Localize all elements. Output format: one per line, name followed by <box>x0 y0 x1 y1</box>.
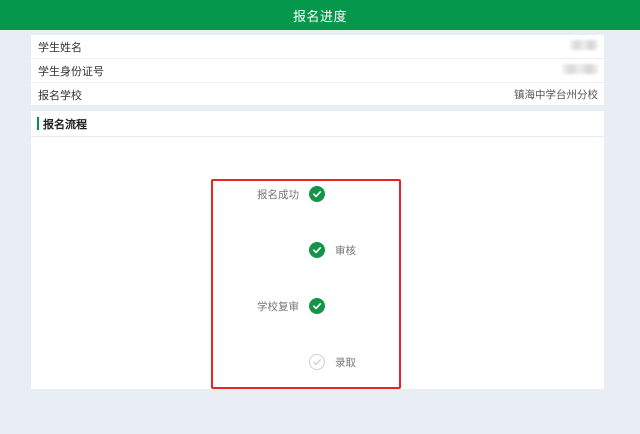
info-row-school: 报名学校 镇海中学台州分校 <box>31 83 604 106</box>
student-info-panel: 学生姓名 学生身份证号 报名学校 镇海中学台州分校 <box>31 35 604 105</box>
school-value: 镇海中学台州分校 <box>514 89 598 101</box>
student-id-value-redacted <box>562 64 598 77</box>
check-circle-icon <box>309 298 325 314</box>
step-registration-success: 报名成功 <box>205 186 325 202</box>
info-row-student-id: 学生身份证号 <box>31 59 604 83</box>
info-label: 报名学校 <box>38 88 82 102</box>
process-section-title: 报名流程 <box>43 117 87 131</box>
info-label: 学生身份证号 <box>38 64 104 78</box>
check-circle-icon <box>309 186 325 202</box>
section-accent-bar <box>37 117 39 130</box>
step-label: 录取 <box>335 356 356 369</box>
step-review: 审核 <box>309 242 356 258</box>
step-label: 审核 <box>335 244 356 257</box>
step-label: 报名成功 <box>257 188 299 201</box>
info-label: 学生姓名 <box>38 40 82 54</box>
student-name-value-redacted <box>570 40 598 53</box>
info-row-student-name: 学生姓名 <box>31 35 604 59</box>
check-circle-icon <box>309 242 325 258</box>
step-admission: 录取 <box>309 354 356 370</box>
page-header: 报名进度 <box>0 0 640 30</box>
process-section-header: 报名流程 <box>31 111 604 137</box>
page-title: 报名进度 <box>292 9 347 25</box>
step-label: 学校复审 <box>257 300 299 313</box>
step-school-re-review: 学校复审 <box>205 298 325 314</box>
check-circle-outline-icon <box>309 354 325 370</box>
highlight-box <box>211 179 401 389</box>
